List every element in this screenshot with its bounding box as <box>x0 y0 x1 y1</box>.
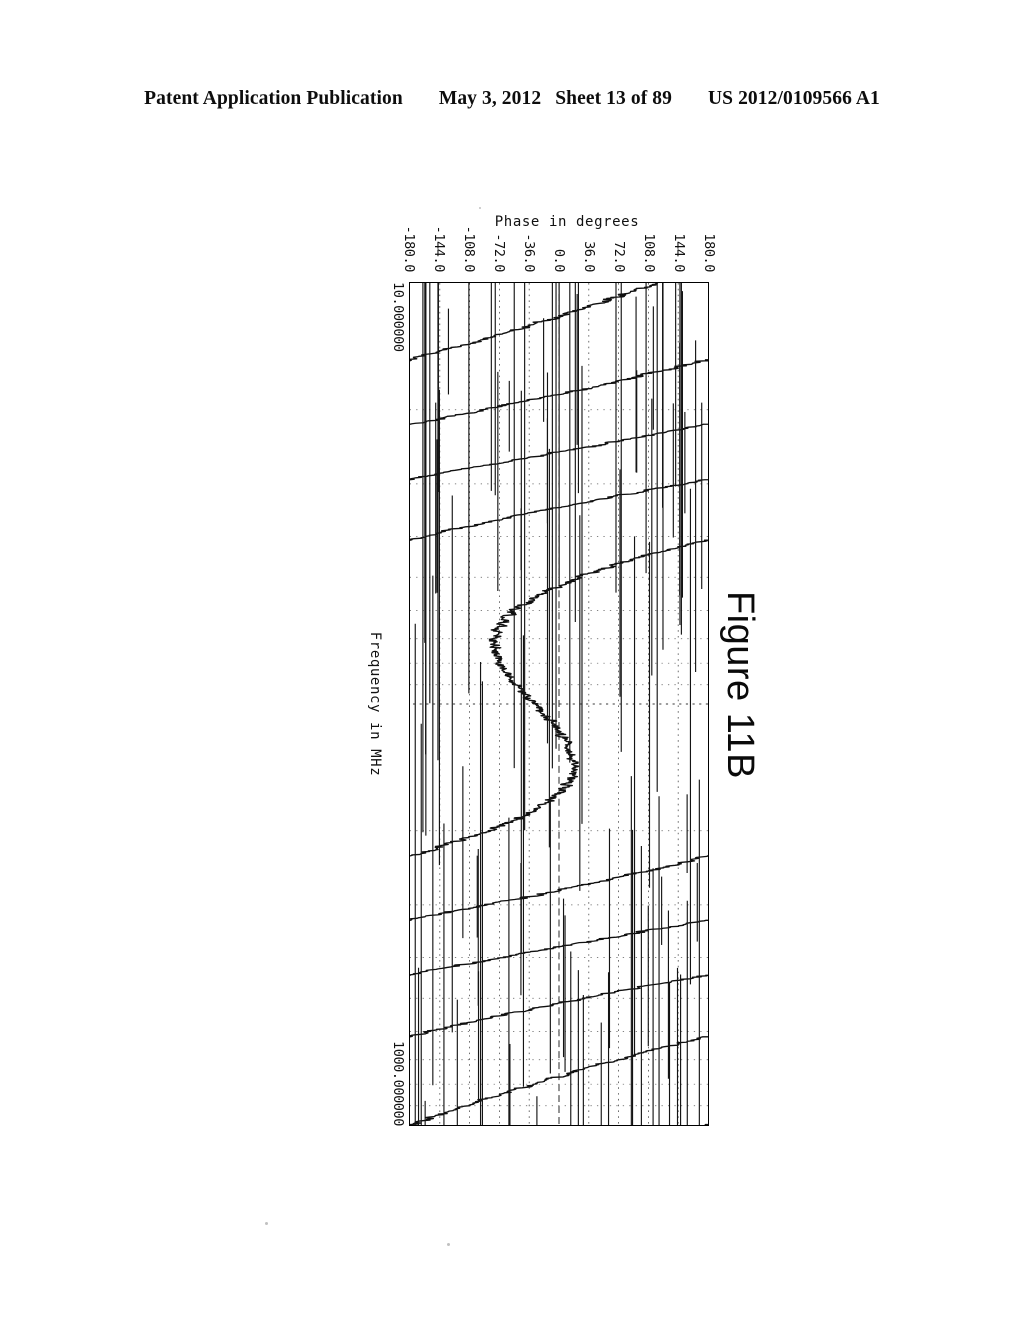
x-axis-tick-labels: 10.000000 1000.000000 <box>381 282 407 1126</box>
scan-speckle <box>479 207 481 209</box>
y-axis-tick: -72.0 <box>491 233 507 272</box>
y-axis-tick: -144.0 <box>431 225 447 272</box>
y-axis-tick-labels: 180.0 144.0 108.0 72.0 36.0 0.0 -36.0 -72.0 -108… <box>401 190 717 278</box>
x-axis-tick-min: 10.000000 <box>390 282 406 352</box>
x-axis-title: Frequency in MHz <box>367 631 383 777</box>
y-axis-tick: 108.0 <box>641 233 657 272</box>
publication-date: May 3, 2012 <box>438 88 542 109</box>
publication-title: Patent Application Publication <box>144 88 403 109</box>
y-axis-tick: 72.0 <box>611 241 627 272</box>
scan-speckle <box>447 1243 450 1246</box>
x-axis-tick-max: 1000.000000 <box>390 1040 406 1126</box>
y-axis-tick: 0.0 <box>551 248 567 272</box>
y-axis-tick: 144.0 <box>671 233 687 272</box>
y-axis-tick: 180.0 <box>701 233 717 272</box>
y-axis-tick: -108.0 <box>461 225 477 272</box>
patent-number: US 2012/0109566 A1 <box>707 88 880 109</box>
sheet-number: Sheet 13 of 89 <box>555 88 672 109</box>
y-axis-tick: 36.0 <box>581 241 597 272</box>
rotated-figure-wrapper: 180.0 144.0 108.0 72.0 36.0 0.0 -36.0 -72.0 -108… <box>297 190 727 1190</box>
y-axis-title: Phase in degrees <box>494 214 640 230</box>
y-axis-tick: -36.0 <box>521 233 537 272</box>
phase-trace <box>410 283 708 1125</box>
scan-speckle <box>265 1222 268 1225</box>
chart-figure: 180.0 144.0 108.0 72.0 36.0 0.0 -36.0 -72.0 -108… <box>297 190 727 1190</box>
patent-header: Patent Application Publication May 3, 20… <box>0 88 1024 110</box>
y-axis-tick: -180.0 <box>401 225 417 272</box>
plot-area <box>409 282 709 1126</box>
wrap-band-hatching <box>414 283 703 1125</box>
figure-caption: Figure 11B <box>719 590 761 780</box>
